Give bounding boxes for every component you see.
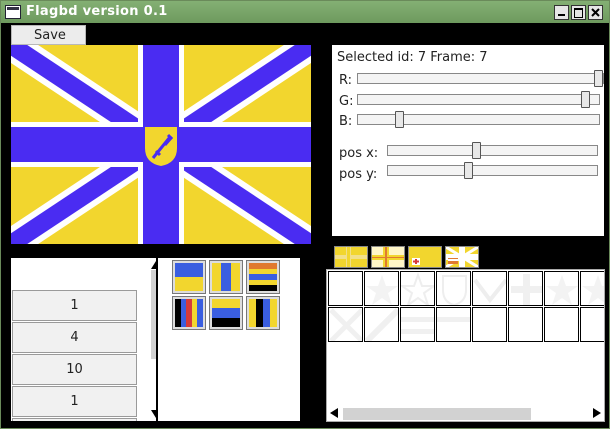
cross-tab-icon[interactable]: [334, 246, 368, 268]
r-slider-thumb[interactable]: [594, 70, 603, 87]
list-item[interactable]: 4: [12, 322, 137, 353]
flag-canvas: [2, 32, 320, 257]
g-slider-thumb[interactable]: [581, 91, 590, 108]
scrollbar-thumb[interactable]: [343, 408, 531, 420]
sword-shield-icon: [145, 127, 177, 166]
saltire-icon[interactable]: [328, 307, 363, 342]
pos-y-slider[interactable]: [387, 162, 598, 179]
properties-panel: Selected id: 7 Frame: 7 R: G: B: pos x: …: [332, 45, 604, 236]
r-slider[interactable]: [357, 70, 604, 87]
list-item[interactable]: 10: [12, 354, 137, 385]
list-item[interactable]: 1: [12, 290, 137, 321]
fimbriated-cross-tab-icon[interactable]: [371, 246, 405, 268]
small-emblem-tab-icon[interactable]: [408, 246, 442, 268]
b-slider-thumb[interactable]: [395, 111, 404, 128]
star-icon[interactable]: [580, 271, 604, 306]
pos-x-label: pos x:: [339, 146, 379, 161]
four-vertical-bands-icon[interactable]: [246, 296, 280, 330]
blank-cell[interactable]: [544, 307, 579, 342]
blank-cell[interactable]: [472, 307, 507, 342]
chevron-icon[interactable]: [472, 271, 507, 306]
pos-x-slider-thumb[interactable]: [472, 142, 481, 159]
b-slider[interactable]: [357, 111, 600, 128]
close-icon: [591, 8, 600, 17]
pos-x-slider[interactable]: [387, 142, 598, 159]
r-label: R:: [339, 73, 353, 88]
vertical-stripes-icon[interactable]: [172, 296, 206, 330]
app-icon: [5, 5, 21, 19]
window-title: Flagbd version 0.1: [26, 4, 168, 19]
save-menu[interactable]: Save: [11, 25, 86, 45]
two-horizontal-bands-icon[interactable]: [172, 260, 206, 294]
grid-scrollbar[interactable]: [327, 405, 604, 421]
list-item[interactable]: [12, 418, 137, 421]
flag-preview[interactable]: [2, 32, 320, 257]
star-outline-icon[interactable]: [400, 271, 435, 306]
cross-icon[interactable]: [508, 271, 543, 306]
scroll-left-arrow-icon[interactable]: [330, 408, 338, 418]
list-item[interactable]: 1: [12, 386, 137, 417]
minimize-button[interactable]: [554, 5, 569, 20]
g-slider[interactable]: [357, 91, 600, 108]
close-button[interactable]: [588, 5, 603, 20]
scroll-up-arrow-icon[interactable]: [151, 261, 156, 269]
stripes-icon[interactable]: [400, 307, 435, 342]
g-label: G:: [339, 94, 354, 109]
title-bar[interactable]: Flagbd version 0.1: [1, 1, 609, 23]
selected-info: Selected id: 7 Frame: 7: [337, 50, 488, 65]
star-icon[interactable]: [364, 271, 399, 306]
maximize-button[interactable]: [571, 5, 586, 20]
blank-cell[interactable]: [328, 271, 363, 306]
three-horizontal-bands-icon[interactable]: [209, 296, 243, 330]
scroll-right-arrow-icon[interactable]: [593, 408, 601, 418]
app-window: Flagbd version 0.1 Save Selected id: 7 F…: [0, 0, 610, 429]
star-icon[interactable]: [544, 271, 579, 306]
shield-icon[interactable]: [436, 271, 471, 306]
frame-list: 1 4 10 1: [11, 258, 156, 421]
pos-y-slider-thumb[interactable]: [464, 162, 473, 179]
blank-cell[interactable]: [508, 307, 543, 342]
save-button[interactable]: Save: [34, 28, 66, 43]
blank-cell[interactable]: [436, 307, 471, 342]
b-label: B:: [339, 114, 353, 129]
emblem-grid: [326, 269, 605, 422]
flag-thumbnail-tab-icon[interactable]: [445, 245, 479, 269]
scroll-down-arrow-icon[interactable]: [151, 410, 156, 418]
three-vertical-bands-icon[interactable]: [209, 260, 243, 294]
pos-y-label: pos y:: [339, 167, 378, 182]
layout-templates: [158, 258, 300, 421]
scrollbar-thumb[interactable]: [151, 270, 156, 359]
blank-cell[interactable]: [580, 307, 604, 342]
list-scrollbar[interactable]: [148, 258, 156, 421]
five-horizontal-stripes-icon[interactable]: [246, 260, 280, 294]
diagonal-icon[interactable]: [364, 307, 399, 342]
